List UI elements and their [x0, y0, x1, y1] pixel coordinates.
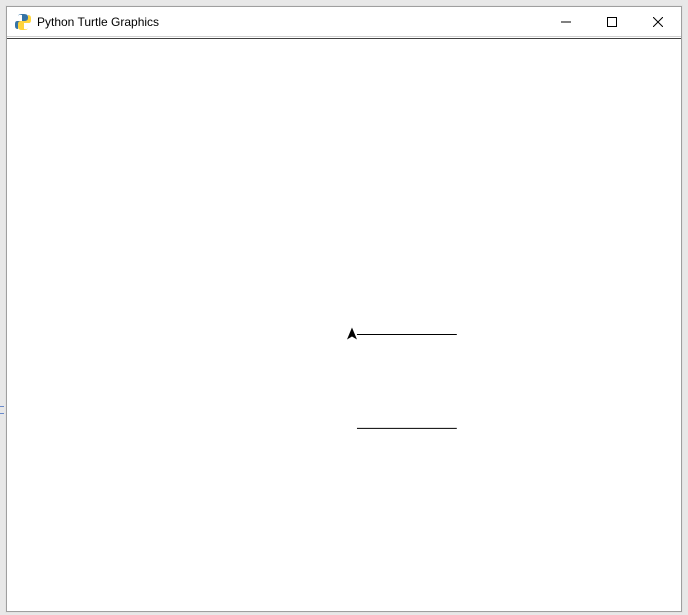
maximize-button[interactable] [589, 7, 635, 37]
turtle-canvas [7, 38, 681, 611]
minimize-icon [561, 17, 571, 27]
window-controls [543, 7, 681, 37]
turtle-cursor [347, 327, 357, 339]
close-button[interactable] [635, 7, 681, 37]
window-title: Python Turtle Graphics [37, 7, 159, 37]
titlebar[interactable]: Python Turtle Graphics [7, 7, 681, 37]
maximize-icon [607, 17, 617, 27]
background-artifact [0, 406, 4, 414]
app-icon [15, 14, 31, 30]
canvas-svg [7, 39, 681, 611]
app-window: Python Turtle Graphics [6, 6, 682, 612]
minimize-button[interactable] [543, 7, 589, 37]
close-icon [653, 17, 663, 27]
